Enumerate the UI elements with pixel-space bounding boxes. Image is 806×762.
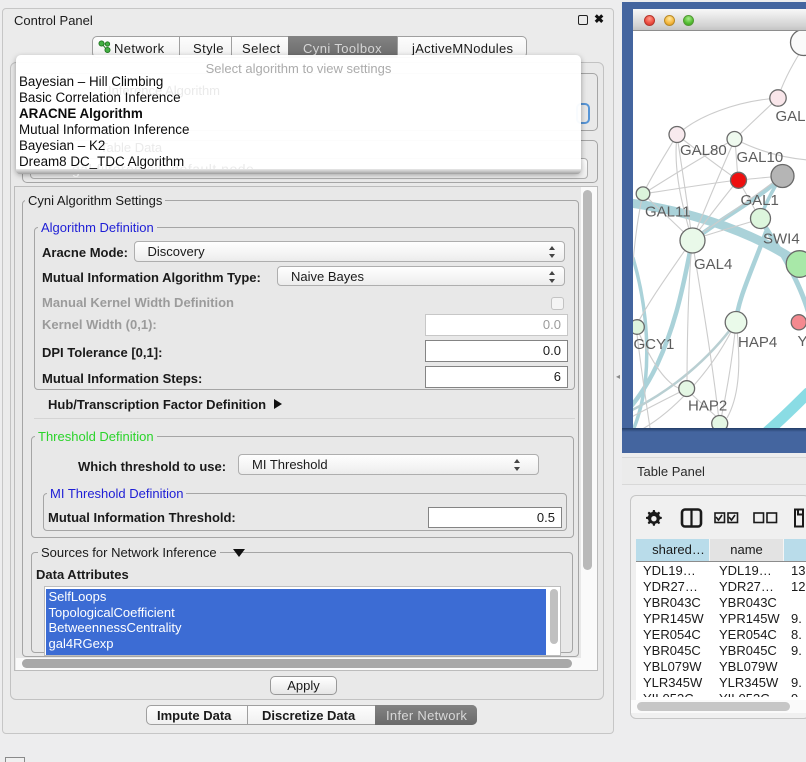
svg-text:GAL80: GAL80 — [680, 142, 727, 159]
svg-text:HAP4: HAP4 — [738, 334, 777, 351]
svg-text:GCY1: GCY1 — [634, 336, 675, 353]
svg-text:GAL4: GAL4 — [694, 256, 732, 273]
svg-text:GAL: GAL — [776, 108, 806, 125]
svg-text:SWI4: SWI4 — [763, 231, 800, 248]
svg-text:Y: Y — [798, 333, 806, 350]
svg-text:GAL1: GAL1 — [741, 192, 779, 209]
svg-text:GAL11: GAL11 — [645, 204, 691, 221]
svg-text:GAL10: GAL10 — [737, 149, 784, 166]
svg-text:HAP2: HAP2 — [688, 398, 727, 415]
